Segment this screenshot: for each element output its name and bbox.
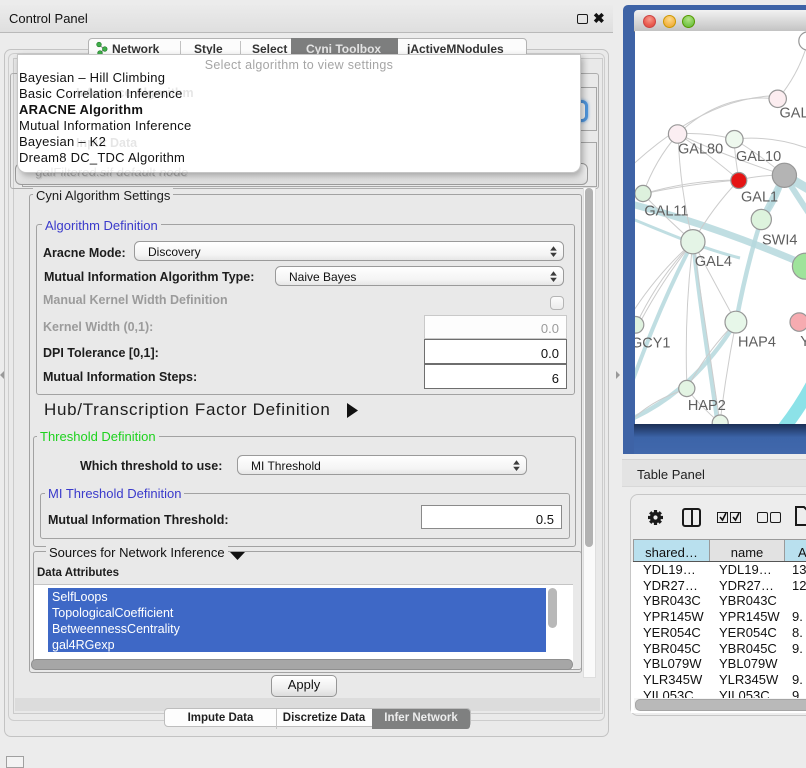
svg-text:GAL4: GAL4 [695, 254, 732, 270]
svg-text:Y: Y [800, 334, 806, 350]
svg-text:SWI4: SWI4 [762, 233, 797, 249]
svg-text:GAL7: GAL7 [780, 106, 806, 122]
svg-text:GCY1: GCY1 [635, 336, 671, 352]
svg-text:HAP4: HAP4 [738, 335, 776, 351]
svg-text:GAL80: GAL80 [678, 142, 723, 158]
svg-text:GAL10: GAL10 [736, 149, 781, 165]
svg-text:GAL11: GAL11 [644, 204, 688, 220]
svg-text:HAP2: HAP2 [688, 398, 726, 414]
svg-text:GAL1: GAL1 [741, 189, 778, 205]
